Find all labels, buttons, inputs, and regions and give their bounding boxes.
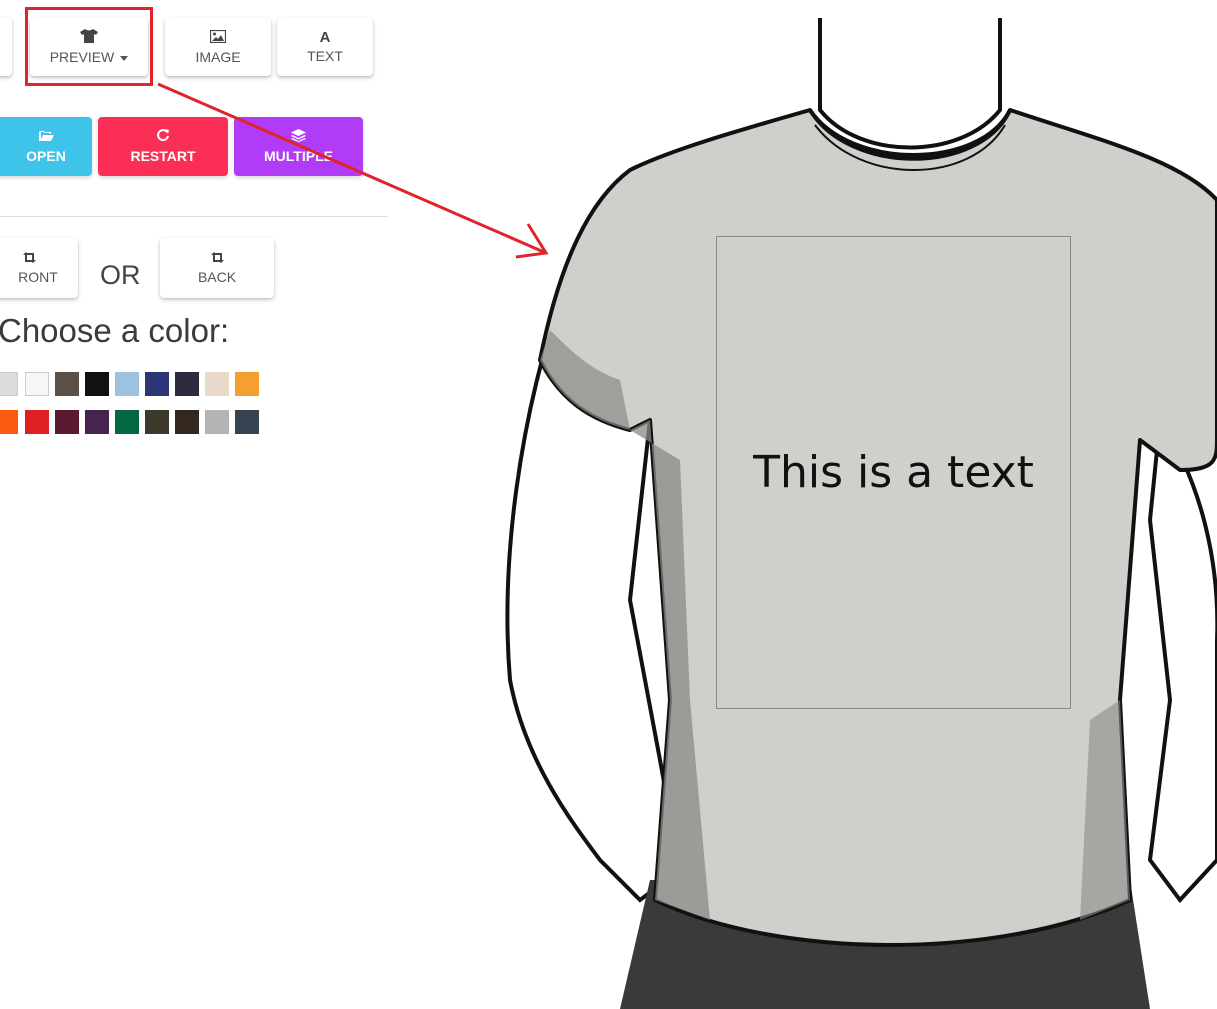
annotation-arrow <box>157 82 549 259</box>
